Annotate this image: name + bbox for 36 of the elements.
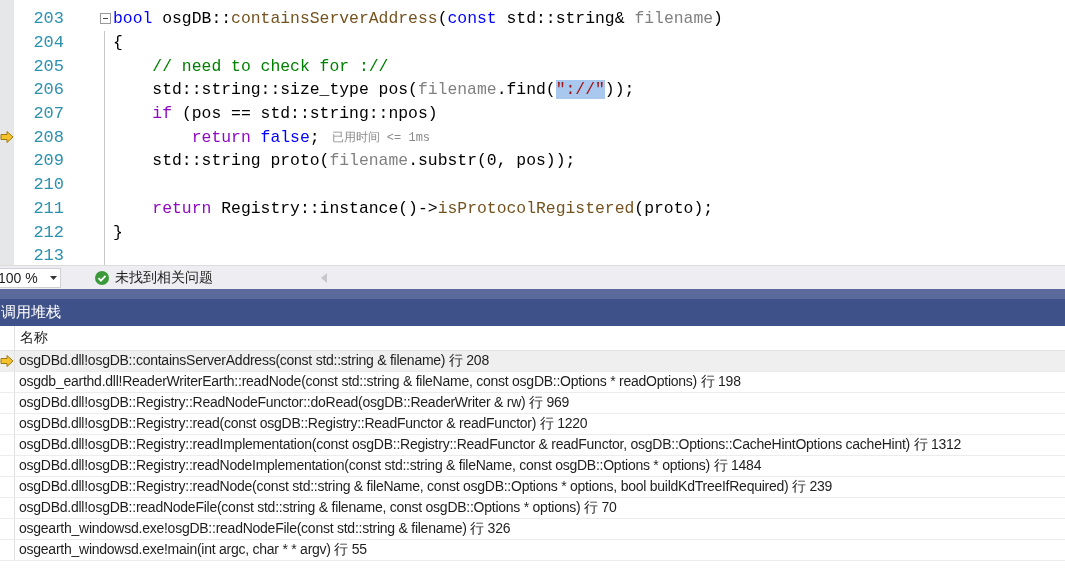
code-line: if (pos == std::string::npos) [152,104,438,124]
code-line: std::string::size_type pos(filename.find("://")); [152,80,635,100]
stack-frame[interactable]: osgDBd.dll!osgDB::Registry::read(const osgDB::Registry::ReadFunctor & readFunctor) 行 1220 [15,414,588,434]
line-number: 203 [32,9,64,29]
code-line: } [113,222,123,242]
stack-frame[interactable]: osgDBd.dll!osgDB::Registry::readNodeImplementation(const std::string & fileName, const osgDB::Options * options) 行 1484 [15,456,762,476]
stack-frame[interactable]: osgDBd.dll!osgDB::Registry::ReadNodeFunctor::doRead(osgDB::ReaderWriter & rw) 行 969 [15,393,570,413]
line-number: 206 [32,80,64,100]
line-number: 207 [32,104,64,124]
caret-icon [50,275,57,280]
stack-frame[interactable]: osgearth_windowsd.exe!main(int argc, char * * argv) 行 55 [15,540,367,560]
code-line: { [113,33,123,53]
check-circle-icon [95,270,109,285]
stack-frame[interactable]: osgDBd.dll!osgDB::Registry::readImplementation(const osgDB::Registry::ReadFunctor & readFunctor, osgDB::Options::CacheHintOptions cacheHint) 行 1312 [15,435,962,455]
stack-frame[interactable]: osgDBd.dll!osgDB::Registry::readNode(const std::string & fileName, const osgDB::Options * options, bool buildKdTreeIfRequired) 行 239 [15,477,833,497]
code-line: return false; [191,127,320,147]
stack-frame[interactable]: osgearth_windowsd.exe!osgDB::readNodeFile(const std::string & filename) 行 326 [15,519,511,539]
code-line: std::string proto(filename.substr(0, pos)); [152,151,576,171]
line-number: 205 [32,56,64,76]
line-number: 210 [32,175,64,195]
elapsed-time-hint: 已用时间 <= 1ms [331,129,431,146]
stack-frame[interactable]: osgDBd.dll!osgDB::readNodeFile(const std::string & filename, const osgDB::Options * options) 行 70 [15,498,617,518]
line-number: 213 [32,246,64,265]
code-line: bool osgDB::containsServerAddress(const std::string& filename) [113,9,723,29]
line-number: 211 [32,198,64,218]
line-number: 204 [32,33,64,53]
code-line: // need to check for :// [152,56,389,76]
panel-title: 调用堆栈 [1,303,61,322]
line-number: 212 [32,222,64,242]
code-line: return Registry::instance()->isProtocolRegistered(proto); [152,198,714,218]
column-header[interactable]: 名称 [15,326,48,350]
line-number: 209 [32,151,64,171]
stack-frame[interactable]: osgdb_earthd.dll!ReaderWriterEarth::readNode(const std::string & fileName, const osgDB::Options * readOptions) 行 198 [15,372,741,392]
collapse-icon[interactable] [100,13,111,25]
line-number: 208 [32,127,64,147]
status-message: 未找到相关问题 [115,268,213,287]
